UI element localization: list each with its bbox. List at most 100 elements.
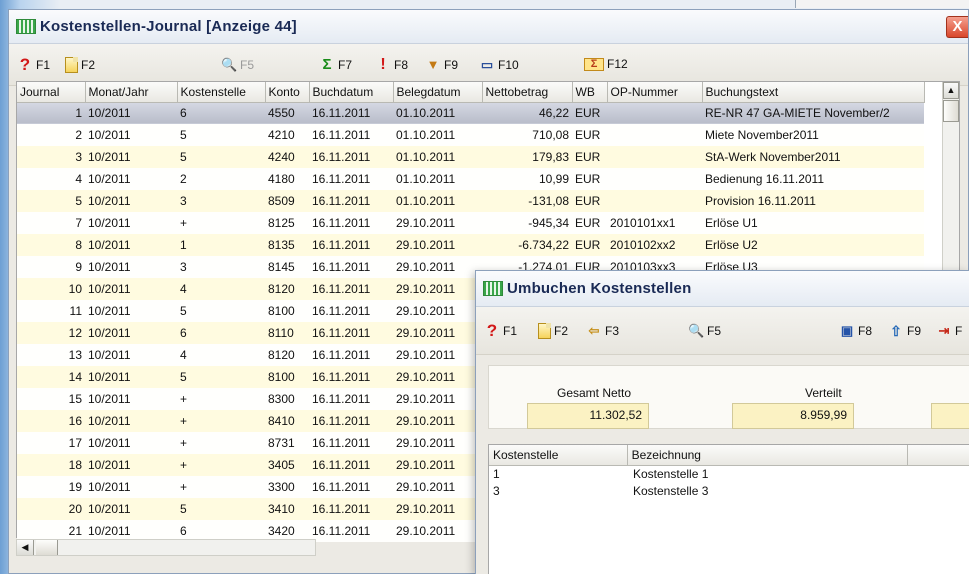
- cell-wb: EUR: [572, 190, 607, 212]
- cell-ks: 5: [177, 498, 265, 520]
- col-op-nummer[interactable]: OP-Nummer: [607, 82, 703, 103]
- cell-op: [607, 102, 702, 124]
- main-titlebar[interactable]: Kostenstellen-Journal [Anzeige 44] X: [9, 10, 968, 44]
- cell-monat: 10/2011: [85, 388, 177, 410]
- cell-buch: 16.11.2011: [309, 498, 393, 520]
- scroll-up-icon[interactable]: ▲: [943, 82, 959, 99]
- scroll-thumb-horizontal[interactable]: [36, 540, 58, 555]
- cell-buch: 16.11.2011: [309, 388, 393, 410]
- dialog-new-button[interactable]: F2: [538, 323, 568, 339]
- close-button[interactable]: X: [946, 16, 968, 38]
- cell-monat: 10/2011: [85, 322, 177, 344]
- new-button[interactable]: F2: [65, 57, 95, 73]
- horizontal-scrollbar[interactable]: ◀: [16, 539, 316, 556]
- dialog-up-button[interactable]: ⇧ F9: [888, 323, 921, 339]
- col-monat-jahr[interactable]: Monat/Jahr: [85, 82, 178, 103]
- cell-konto: 8731: [265, 432, 309, 454]
- list-item[interactable]: 1 Kostenstelle 1: [489, 466, 969, 483]
- kostenstellen-table[interactable]: Kostenstelle Bezeichnung 1 Kostenstelle 1…: [488, 444, 969, 574]
- print-button[interactable]: ▭ F10: [479, 57, 519, 73]
- cell-beleg: 29.10.2011: [393, 432, 482, 454]
- rest-field: [931, 403, 969, 429]
- cell-monat: 10/2011: [85, 410, 177, 432]
- cell-kostenstelle: 3: [493, 484, 500, 498]
- cell-op: [607, 146, 702, 168]
- table-icon: [16, 19, 36, 34]
- cell-konto: 8300: [265, 388, 309, 410]
- cell-buch: 16.11.2011: [309, 102, 393, 124]
- col-nettobetrag[interactable]: Nettobetrag: [482, 82, 573, 103]
- col-buchungstext[interactable]: Buchungstext: [702, 82, 925, 103]
- cell-netto: -6.734,22: [482, 234, 572, 256]
- cell-ks: +: [177, 410, 265, 432]
- cell-wb: EUR: [572, 102, 607, 124]
- search-icon: 🔍: [221, 57, 238, 72]
- cell-journal: 13: [17, 344, 85, 366]
- list-item[interactable]: 3 Kostenstelle 3: [489, 483, 969, 500]
- col-konto[interactable]: Konto: [265, 82, 310, 103]
- table-row-selected[interactable]: 1 10/2011 6 4550 16.11.2011 01.10.2011 46,22 EU…: [17, 102, 924, 124]
- cell-konto: 8100: [265, 300, 309, 322]
- dialog-help-button[interactable]: ? F1: [484, 322, 517, 339]
- cell-monat: 10/2011: [85, 124, 177, 146]
- cell-netto: 46,22: [482, 102, 572, 124]
- dialog-search-button[interactable]: 🔍 F5: [688, 323, 721, 339]
- flag-button[interactable]: ! F8: [375, 57, 408, 73]
- scroll-left-icon[interactable]: ◀: [17, 540, 34, 555]
- col-journal[interactable]: Journal: [17, 82, 86, 103]
- cell-konto: 8125: [265, 212, 309, 234]
- cell-ks: 6: [177, 102, 265, 124]
- scroll-thumb[interactable]: [943, 100, 959, 122]
- cell-beleg: 29.10.2011: [393, 520, 482, 542]
- main-window-title: Kostenstellen-Journal [Anzeige 44]: [40, 18, 297, 35]
- sum-panel: Gesamt Netto 11.302,52 Verteilt 8.959,99: [488, 365, 969, 429]
- search-button[interactable]: 🔍 F5: [221, 57, 254, 73]
- table-row[interactable]: 3 10/2011 5 4240 16.11.2011 01.10.2011 179,83 E…: [17, 146, 924, 168]
- cell-text: Bedienung 16.11.2011: [702, 168, 924, 190]
- cell-wb: EUR: [572, 146, 607, 168]
- cell-text: Miete November2011: [702, 124, 924, 146]
- table-row[interactable]: 4 10/2011 2 4180 16.11.2011 01.10.2011 10,99 EU…: [17, 168, 924, 190]
- main-toolbar: ? F1 F2 🔍 F5 Σ F7 ! F8 ▼ F9 ▭ F10 Σ F12: [9, 44, 968, 86]
- sum-button[interactable]: Σ F7: [319, 57, 352, 73]
- table-row[interactable]: 5 10/2011 3 8509 16.11.2011 01.10.2011 -131,08…: [17, 190, 924, 212]
- col-extra[interactable]: [908, 445, 969, 465]
- cell-wb: EUR: [572, 124, 607, 146]
- sum-table-button[interactable]: Σ F12: [584, 57, 628, 71]
- table-row[interactable]: 7 10/2011 +8125 16.11.2011 29.10.2011 -945,34…: [17, 212, 924, 234]
- filter-button[interactable]: ▼ F9: [425, 57, 458, 73]
- dialog-titlebar[interactable]: Umbuchen Kostenstellen: [476, 271, 969, 307]
- help-button[interactable]: ? F1: [17, 56, 50, 73]
- cell-konto: 4210: [265, 124, 309, 146]
- up-arrow-icon: ⇧: [890, 323, 902, 339]
- cell-beleg: 29.10.2011: [393, 212, 482, 234]
- table-row[interactable]: 8 10/2011 1 8135 16.11.2011 29.10.2011 -6.734,…: [17, 234, 924, 256]
- cell-op: [607, 190, 702, 212]
- exit-icon: ⇥: [938, 323, 950, 338]
- cell-ks: 5: [177, 300, 265, 322]
- verteilt-label: Verteilt: [805, 386, 842, 400]
- cell-journal: 18: [17, 454, 85, 476]
- cell-op: 2010102xx2: [607, 234, 702, 256]
- dialog-save-button[interactable]: ▣ F8: [839, 323, 872, 339]
- cell-buch: 16.11.2011: [309, 234, 393, 256]
- col-buchdatum[interactable]: Buchdatum: [309, 82, 394, 103]
- verteilt-field: 8.959,99: [732, 403, 854, 429]
- cell-monat: 10/2011: [85, 256, 177, 278]
- cell-buch: 16.11.2011: [309, 190, 393, 212]
- dialog-exit-button[interactable]: ⇥ F: [936, 323, 963, 339]
- col-bezeichnung[interactable]: Bezeichnung: [628, 445, 908, 465]
- dialog-back-button[interactable]: ⇦ F3: [586, 323, 619, 339]
- col-belegdatum[interactable]: Belegdatum: [393, 82, 483, 103]
- table-row[interactable]: 2 10/2011 5 4210 16.11.2011 01.10.2011 710,08 E…: [17, 124, 924, 146]
- save-icon: ▣: [840, 323, 854, 338]
- filter-icon: ▼: [426, 57, 440, 72]
- col-kostenstelle[interactable]: Kostenstelle: [489, 445, 628, 465]
- col-kostenstelle[interactable]: Kostenstelle: [177, 82, 266, 103]
- cell-buch: 16.11.2011: [309, 410, 393, 432]
- cell-ks: 5: [177, 366, 265, 388]
- col-wb[interactable]: WB: [572, 82, 608, 103]
- cell-beleg: 29.10.2011: [393, 476, 482, 498]
- cell-netto: -945,34: [482, 212, 572, 234]
- cell-monat: 10/2011: [85, 476, 177, 498]
